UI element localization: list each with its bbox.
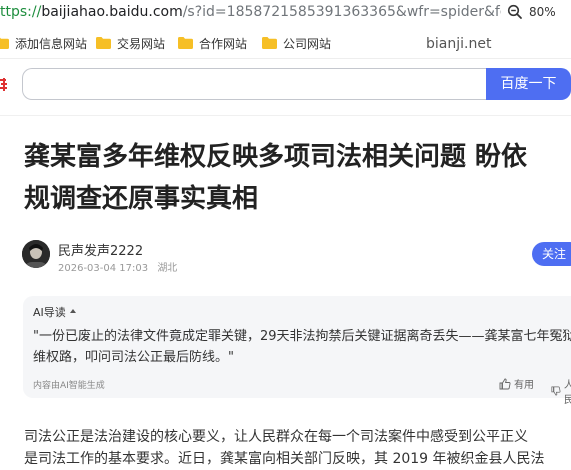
not-useful-button[interactable]: 人 民 <box>551 376 571 406</box>
ai-summary-text: "一份已废止的法律文件竟成定罪关键，29天非法拘禁后关键证据离奇丢失——龚某富七… <box>33 329 571 365</box>
zoom-level: 80% <box>529 5 556 19</box>
article-body: 司法公正是法治建设的核心要义，让人民群众在每一个司法案件中感受到公平正义 是司法… <box>24 426 571 470</box>
useful-label: 有用 <box>514 380 534 391</box>
bookmark-label: 合作网站 <box>199 36 248 51</box>
url-scheme: ttps:// <box>0 4 42 20</box>
avatar-portrait-icon <box>22 240 50 268</box>
bookmark-partner-site[interactable]: 合作网站 <box>178 34 247 52</box>
search-input[interactable] <box>22 68 486 100</box>
url-path: /s?id=1858721585391363365&wfr=spider&for… <box>182 4 526 20</box>
url-host: baijiahao.baidu.com <box>41 4 183 20</box>
bookmark-label: 交易网站 <box>117 36 166 51</box>
body-line-2: 是司法工作的基本要求。近日，龚某富向相关部门反映，其 2019 年被织金县人民法 <box>24 451 545 467</box>
bookmark-add-info-site[interactable]: 添加信息网站 <box>0 34 87 52</box>
folder-icon <box>96 37 111 49</box>
title-line-1: 龚某富多年维权反映多项司法相关问题 盼依 <box>24 142 528 172</box>
ai-generated-note: 内容由AI智能生成 <box>33 381 105 391</box>
search-button[interactable]: 百度一下 <box>486 68 571 100</box>
url-text[interactable]: ttps://baijiahao.baidu.com/s?id=18587215… <box>0 4 526 20</box>
ai-summary-card: AI导读 "一份已废止的法律文件竟成定罪关键，29天非法拘禁后关键证据离奇丢失—… <box>23 296 571 406</box>
author-avatar[interactable] <box>22 240 50 268</box>
collapse-caret-icon[interactable] <box>70 309 76 313</box>
folder-icon <box>0 37 9 49</box>
baidu-logo-icon[interactable] <box>0 78 8 92</box>
publish-date: 2026-03-04 17:03 <box>58 263 149 274</box>
bookmark-label: 添加信息网站 <box>15 36 88 51</box>
author-name[interactable]: 民声发声2222 <box>58 240 143 259</box>
article-meta: 2026-03-04 17:03 湖北 <box>58 259 183 274</box>
thumbs-up-icon <box>499 378 511 389</box>
body-line-1: 司法公正是法治建设的核心要义，让人民群众在每一个司法案件中感受到公平正义 <box>24 429 528 445</box>
thumbs-down-icon <box>551 386 561 396</box>
folder-icon <box>178 37 193 49</box>
bookmark-label: 公司网站 <box>283 36 332 51</box>
zoom-out-icon <box>507 4 522 19</box>
zoom-indicator[interactable]: 80% <box>501 0 571 24</box>
article-title: 龚某富多年维权反映多项司法相关问题 盼依 规调查还原事实真相 <box>24 136 571 220</box>
title-line-2: 规调查还原事实真相 <box>24 184 259 214</box>
bookmark-trading-site[interactable]: 交易网站 <box>96 34 165 52</box>
useful-button[interactable]: 有用 <box>499 376 534 391</box>
header-divider <box>0 115 571 116</box>
not-useful-label: 人 民 <box>563 380 571 406</box>
publish-location: 湖北 <box>157 263 178 274</box>
search-bar: 百度一下 <box>0 68 571 102</box>
address-bar[interactable]: ttps://baijiahao.baidu.com/s?id=18587215… <box>0 0 571 26</box>
follow-button[interactable]: 关注 <box>532 242 571 266</box>
ai-summary-label[interactable]: AI导读 <box>33 304 66 320</box>
bookmark-company-site[interactable]: 公司网站 <box>262 34 331 52</box>
folder-icon <box>262 37 277 49</box>
watermark-text: bianji.net <box>426 36 492 52</box>
